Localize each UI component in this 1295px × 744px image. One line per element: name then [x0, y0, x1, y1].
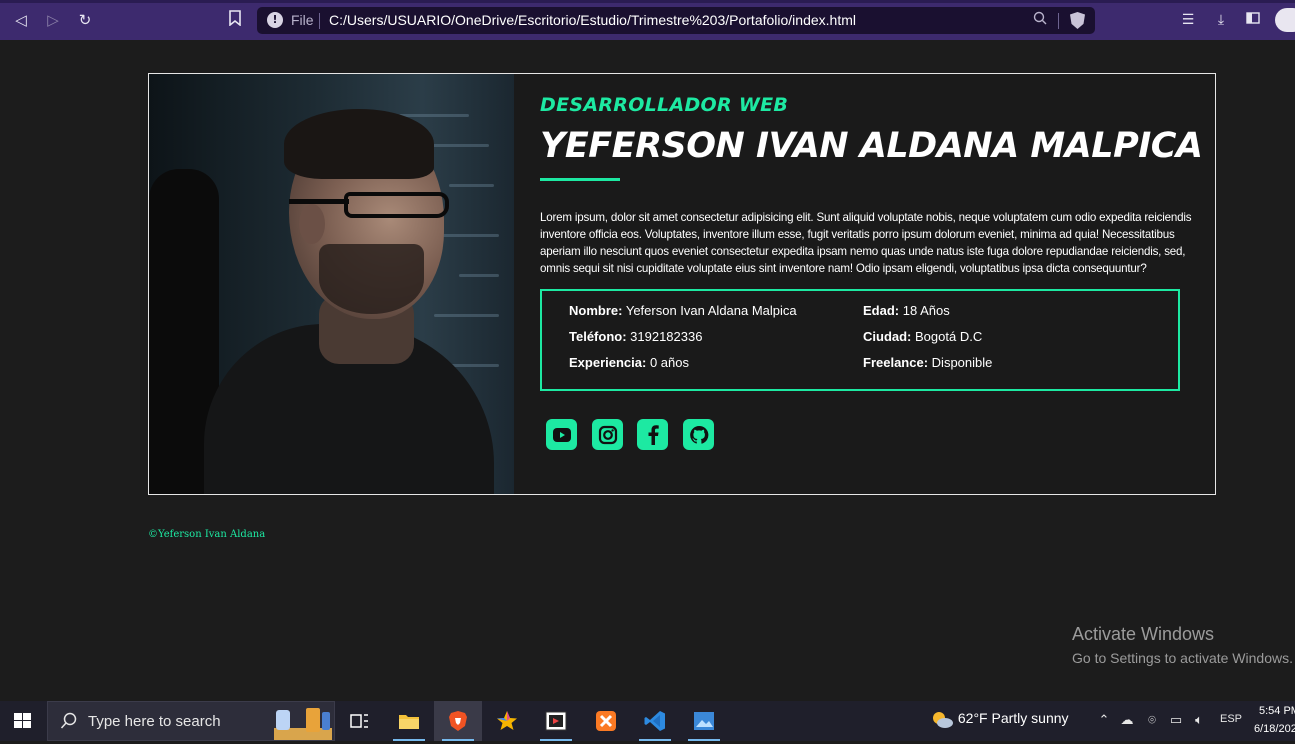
info-telefono: Teléfono: 3192182336	[569, 329, 702, 344]
zoom-icon[interactable]	[1033, 11, 1047, 29]
photo-glasses	[344, 192, 449, 218]
task-view-icon[interactable]	[335, 701, 383, 741]
photo-glasses-arm	[289, 199, 349, 204]
language-indicator[interactable]: ESP	[1220, 713, 1242, 725]
info-nombre: Nombre: Yeferson Ivan Aldana Malpica	[569, 303, 797, 318]
brave-shield-icon[interactable]	[1070, 12, 1085, 29]
title-underline	[540, 178, 620, 181]
info-label: Freelance:	[863, 355, 929, 370]
info-value: Yeferson Ivan Aldana Malpica	[625, 303, 797, 318]
photos-icon[interactable]	[680, 701, 728, 741]
profile-photo	[149, 74, 514, 494]
role-title: DESARROLLADOR WEB	[540, 94, 789, 116]
photo-detail	[434, 314, 499, 317]
photo-detail	[449, 364, 499, 367]
facebook-icon[interactable]	[637, 419, 668, 450]
url-divider	[319, 13, 320, 29]
onedrive-icon[interactable]: ☁	[1119, 713, 1135, 729]
info-ciudad: Ciudad: Bogotá D.C	[863, 329, 982, 344]
url-scheme-label: File	[291, 12, 314, 28]
info-icon[interactable]: !	[267, 12, 283, 28]
info-experiencia: Experiencia: 0 años	[569, 355, 689, 370]
info-value: Bogotá D.C	[915, 329, 983, 344]
photo-hair	[284, 109, 434, 179]
photo-beard	[319, 244, 424, 314]
playlist-icon[interactable]: ☰	[1178, 10, 1198, 30]
info-value: 18 Años	[902, 303, 950, 318]
taskbar-search[interactable]: Type here to search	[47, 701, 335, 741]
github-icon[interactable]	[683, 419, 714, 450]
brave-icon[interactable]	[434, 701, 482, 741]
windows-taskbar: Type here to search 62°F Partly sunny ⌃ …	[0, 701, 1295, 741]
photo-ear	[299, 204, 325, 244]
info-edad: Edad: 18 Años	[863, 303, 950, 318]
photo-detail	[399, 114, 469, 117]
chevron-up-icon[interactable]: ⌃	[1096, 713, 1112, 729]
star-app-icon[interactable]	[483, 701, 531, 741]
info-value: Disponible	[931, 355, 993, 370]
file-explorer-icon[interactable]	[385, 701, 433, 741]
info-value: 0 años	[649, 355, 689, 370]
activate-windows-subtitle: Go to Settings to activate Windows.	[1072, 650, 1293, 666]
network-icon[interactable]: ▭	[1168, 713, 1184, 729]
footer-credit: ©Yeferson Ivan Aldana	[148, 529, 266, 540]
browser-toolbar: ◁ ▷ ↻ ! File C:/Users/USUARIO/OneDrive/E…	[0, 0, 1295, 40]
clock-time[interactable]: 5:54 PM	[1259, 705, 1295, 717]
tab-strip	[0, 0, 1295, 3]
photo-detail	[459, 274, 499, 277]
url-text[interactable]: C:/Users/USUARIO/OneDrive/Escritorio/Est…	[329, 12, 856, 28]
activate-windows-title: Activate Windows	[1072, 624, 1215, 644]
info-freelance: Freelance: Disponible	[863, 355, 992, 370]
download-icon[interactable]: ⤓	[1211, 10, 1231, 30]
address-bar[interactable]: ! File C:/Users/USUARIO/OneDrive/Escrito…	[257, 7, 1095, 34]
info-label: Experiencia:	[569, 355, 647, 370]
back-icon[interactable]: ◁	[11, 10, 31, 30]
media-app-icon[interactable]	[532, 701, 580, 741]
photo-detail	[439, 234, 499, 237]
info-box: Nombre: Yeferson Ivan Aldana Malpica Eda…	[540, 289, 1180, 391]
description: Lorem ipsum, dolor sit amet consectetur …	[540, 211, 1192, 275]
photo-detail	[429, 144, 489, 147]
info-label: Ciudad:	[863, 329, 912, 344]
youtube-icon[interactable]	[546, 419, 577, 450]
weather-text: 62°F Partly sunny	[957, 710, 1069, 726]
windows-start-icon[interactable]	[8, 709, 38, 733]
instagram-icon[interactable]	[592, 419, 623, 450]
search-placeholder: Type here to search	[88, 713, 221, 730]
vscode-icon[interactable]	[631, 701, 679, 741]
meet-icon[interactable]: ⌾	[1144, 713, 1160, 729]
profile-content: DESARROLLADOR WEB YEFERSON IVAN ALDANA M…	[540, 74, 1210, 494]
profile-icon[interactable]	[1275, 8, 1295, 32]
page-viewport: DESARROLLADOR WEB YEFERSON IVAN ALDANA M…	[0, 40, 1295, 701]
bookmark-icon[interactable]	[225, 10, 245, 30]
info-value: 3192182336	[630, 329, 703, 344]
weather-widget[interactable]: 62°F Partly sunny	[930, 710, 1069, 729]
profile-card: DESARROLLADOR WEB YEFERSON IVAN ALDANA M…	[148, 73, 1216, 495]
reload-icon[interactable]: ↻	[75, 10, 95, 30]
forward-icon[interactable]: ▷	[43, 10, 63, 30]
info-label: Teléfono:	[569, 329, 627, 344]
xampp-icon[interactable]	[582, 701, 630, 741]
photo-detail	[449, 184, 494, 187]
partly-sunny-icon	[930, 710, 954, 729]
search-highlight-icon	[270, 704, 334, 740]
volume-icon[interactable]: 🔈︎	[1191, 713, 1207, 729]
clock-date[interactable]: 6/18/2024	[1254, 723, 1295, 735]
search-icon	[60, 712, 78, 730]
info-label: Nombre:	[569, 303, 623, 318]
sidebar-icon[interactable]	[1243, 10, 1263, 30]
info-label: Edad:	[863, 303, 900, 318]
url-divider-right	[1058, 13, 1059, 29]
person-name: YEFERSON IVAN ALDANA MALPICA	[540, 126, 1203, 166]
